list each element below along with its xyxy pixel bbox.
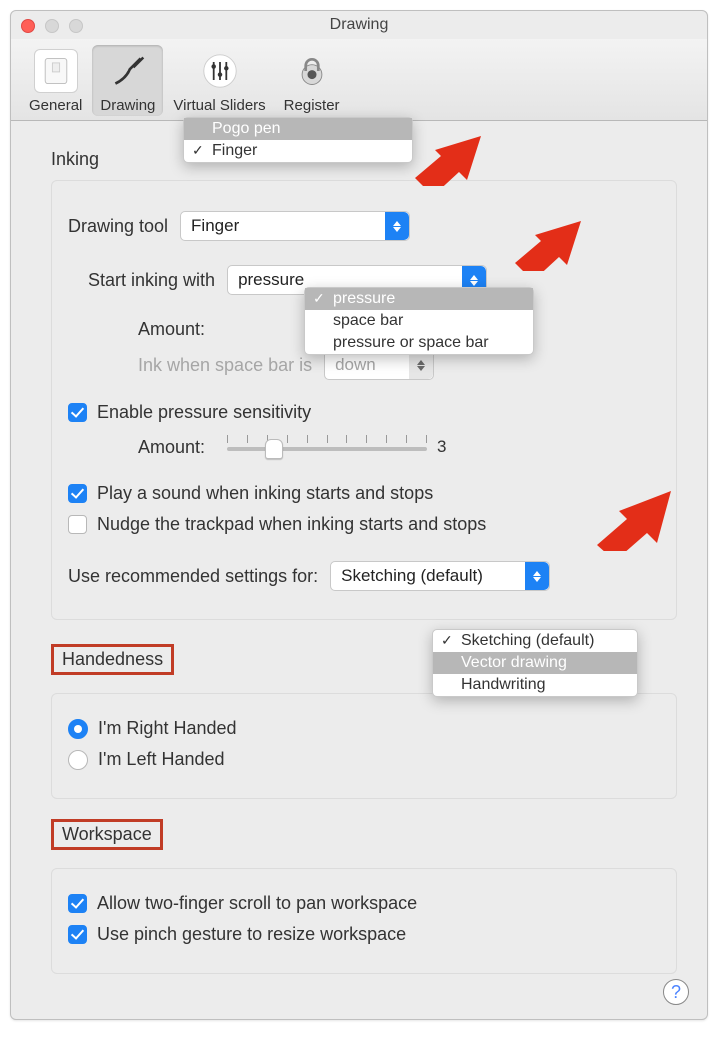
scroll-pan-checkbox[interactable]	[68, 894, 87, 913]
close-window-button[interactable]	[21, 19, 35, 33]
start-inking-option-pressure[interactable]: ✓pressure	[305, 288, 533, 310]
spacebar-label: Ink when space bar is	[138, 355, 312, 376]
toolbar-sliders[interactable]: Virtual Sliders	[165, 45, 273, 116]
recommended-option-vector[interactable]: Vector drawing	[433, 652, 637, 674]
start-inking-option-either[interactable]: pressure or space bar	[305, 332, 533, 354]
zoom-window-button[interactable]	[69, 19, 83, 33]
drawing-tool-label: Drawing tool	[68, 216, 168, 237]
window-title: Drawing	[330, 16, 389, 33]
recommended-option-sketching[interactable]: ✓Sketching (default)	[433, 630, 637, 652]
recommended-option-handwriting[interactable]: Handwriting	[433, 674, 637, 696]
pressure-amount-value: 3	[437, 437, 446, 457]
drawing-tool-select[interactable]: Finger	[180, 211, 410, 241]
left-handed-radio[interactable]	[68, 750, 88, 770]
pen-icon	[106, 49, 150, 93]
scroll-pan-label: Allow two-finger scroll to pan workspace	[97, 893, 417, 914]
content: Inking Pogo pen ✓Finger Drawing tool Fin…	[11, 121, 707, 999]
pressure-amount-slider[interactable]	[227, 433, 427, 461]
workspace-group: Allow two-finger scroll to pan workspace…	[51, 868, 677, 974]
window-controls	[21, 19, 83, 33]
left-handed-label: I'm Left Handed	[98, 749, 225, 770]
sliders-icon	[198, 49, 242, 93]
drawing-tool-option-finger[interactable]: ✓Finger	[184, 140, 412, 162]
right-handed-radio[interactable]	[68, 719, 88, 739]
handedness-group: I'm Right Handed I'm Left Handed	[51, 693, 677, 799]
pinch-resize-checkbox[interactable]	[68, 925, 87, 944]
check-icon: ✓	[192, 142, 204, 159]
titlebar: Drawing	[11, 11, 707, 39]
workspace-heading: Workspace	[51, 819, 163, 850]
help-button[interactable]: ?	[663, 979, 689, 1005]
switch-icon	[34, 49, 78, 93]
recommended-label: Use recommended settings for:	[68, 566, 318, 587]
handedness-heading: Handedness	[51, 644, 174, 675]
enable-pressure-checkbox[interactable]	[68, 403, 87, 422]
check-icon: ✓	[313, 290, 325, 307]
pinch-resize-label: Use pinch gesture to resize workspace	[97, 924, 406, 945]
check-icon: ✓	[441, 632, 453, 649]
recommended-options: ✓Sketching (default) Vector drawing Hand…	[432, 629, 638, 697]
inking-group: Drawing tool Finger Start inking with pr…	[51, 180, 677, 620]
toolbar: General Drawing Virtual Sliders Register	[11, 39, 707, 121]
chevron-updown-icon	[385, 212, 409, 240]
chevron-updown-icon	[409, 351, 433, 379]
amount1-label: Amount:	[138, 319, 205, 340]
toolbar-general[interactable]: General	[21, 45, 90, 116]
amount2-label: Amount:	[138, 437, 205, 458]
drawing-tool-options: Pogo pen ✓Finger	[183, 117, 413, 163]
play-sound-checkbox[interactable]	[68, 484, 87, 503]
preferences-window: Drawing General Drawing Virtual Sliders …	[10, 10, 708, 1020]
start-inking-label: Start inking with	[88, 270, 215, 291]
play-sound-label: Play a sound when inking starts and stop…	[97, 483, 433, 504]
start-inking-options: ✓pressure space bar pressure or space ba…	[304, 287, 534, 355]
recommended-select[interactable]: Sketching (default)	[330, 561, 550, 591]
minimize-window-button[interactable]	[45, 19, 59, 33]
start-inking-option-spacebar[interactable]: space bar	[305, 310, 533, 332]
chevron-updown-icon	[525, 562, 549, 590]
lock-icon	[290, 49, 334, 93]
toolbar-drawing[interactable]: Drawing	[92, 45, 163, 116]
right-handed-label: I'm Right Handed	[98, 718, 237, 739]
toolbar-register[interactable]: Register	[276, 45, 348, 116]
nudge-trackpad-label: Nudge the trackpad when inking starts an…	[97, 514, 486, 535]
drawing-tool-option-pogo[interactable]: Pogo pen	[184, 118, 412, 140]
nudge-trackpad-checkbox[interactable]	[68, 515, 87, 534]
enable-pressure-label: Enable pressure sensitivity	[97, 402, 311, 423]
